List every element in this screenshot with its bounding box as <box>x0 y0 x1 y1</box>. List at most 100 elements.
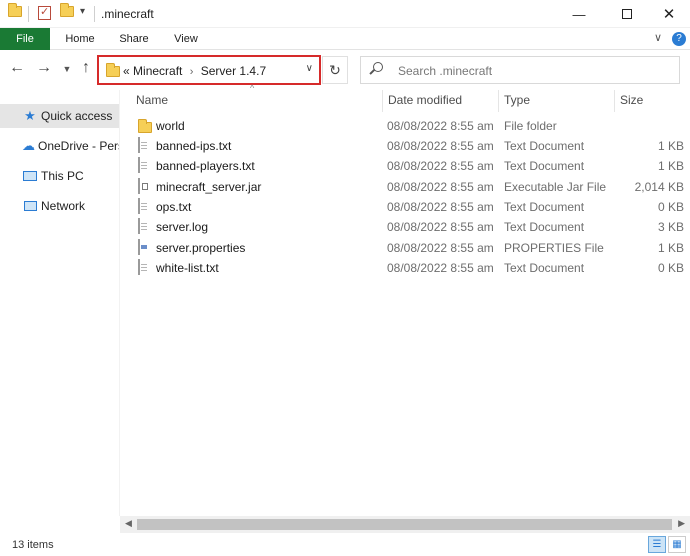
separator <box>28 6 29 22</box>
horizontal-scrollbar[interactable]: ◀ ▶ <box>120 516 690 533</box>
file-size: 1 KB <box>657 241 684 255</box>
help-icon[interactable]: ? <box>672 32 686 46</box>
text-file-icon <box>138 137 140 153</box>
file-date: 08/08/2022 8:55 am <box>387 241 494 255</box>
sidebar-item-quick-access[interactable]: ★ Quick access <box>0 104 119 128</box>
column-header-type[interactable]: Type <box>504 90 610 110</box>
file-size: 0 KB <box>657 200 684 214</box>
minimize-icon: — <box>572 6 586 22</box>
large-icons-view-icon: ▦ <box>672 539 682 550</box>
column-divider[interactable] <box>382 90 383 112</box>
file-name: banned-ips.txt <box>156 139 232 153</box>
text-file-icon <box>138 198 140 214</box>
address-dropdown-button[interactable]: ∨ <box>306 63 313 74</box>
scroll-right-icon[interactable]: ▶ <box>678 518 685 529</box>
expand-ribbon-icon[interactable]: ∨ <box>654 31 662 44</box>
sidebar-item-network[interactable]: Network <box>0 194 119 218</box>
file-type: Text Document <box>504 261 585 275</box>
file-size: 0 KB <box>657 261 684 275</box>
new-folder-icon[interactable] <box>60 3 74 17</box>
file-date: 08/08/2022 8:55 am <box>387 139 494 153</box>
file-size: 1 KB <box>657 159 684 173</box>
file-name: world <box>156 119 185 133</box>
breadcrumb-overflow[interactable]: « <box>123 64 130 78</box>
sidebar-item-onedrive[interactable]: ☁ OneDrive - Pers <box>0 134 119 158</box>
file-size: 3 KB <box>657 220 684 234</box>
tab-view[interactable]: View <box>166 28 206 50</box>
column-header-size[interactable]: Size <box>620 90 680 110</box>
ribbon: File Home Share View ∨ ? <box>0 28 690 50</box>
sidebar-item-this-pc[interactable]: This PC <box>0 164 119 188</box>
text-file-icon <box>138 218 140 234</box>
file-row-white-list[interactable]: white-list.txt 08/08/2022 8:55 am Text D… <box>130 258 690 278</box>
file-row-banned-players[interactable]: banned-players.txt 08/08/2022 8:55 am Te… <box>130 156 690 176</box>
text-file-icon <box>138 157 140 173</box>
file-size: 2,014 KB <box>634 180 684 194</box>
address-bar[interactable]: « Minecraft › Server 1.4.7 ∨ <box>97 55 321 85</box>
chevron-down-icon: ∨ <box>305 63 313 74</box>
back-button[interactable]: ← <box>7 59 27 77</box>
file-row-world[interactable]: world 08/08/2022 8:55 am File folder <box>130 116 690 136</box>
customize-quick-access-icon[interactable]: ▾ <box>80 6 85 17</box>
sidebar-item-label: This PC <box>41 169 84 183</box>
scroll-left-icon[interactable]: ◀ <box>125 518 132 529</box>
minimize-button[interactable]: — <box>556 0 602 28</box>
jar-file-icon <box>138 178 140 194</box>
file-row-minecraft-server-jar[interactable]: minecraft_server.jar 08/08/2022 8:55 am … <box>130 177 690 197</box>
forward-button[interactable]: → <box>34 59 54 77</box>
tab-home[interactable]: Home <box>58 28 102 50</box>
sidebar-item-label: Quick access <box>41 109 113 123</box>
properties-icon[interactable] <box>38 5 51 20</box>
breadcrumb-minecraft[interactable]: Minecraft <box>133 64 182 78</box>
window-title: .minecraft <box>101 7 154 21</box>
file-row-server-properties[interactable]: server.properties 08/08/2022 8:55 am PRO… <box>130 238 690 258</box>
file-date: 08/08/2022 8:55 am <box>387 261 494 275</box>
details-view-button[interactable]: ☰ <box>648 536 666 553</box>
up-button[interactable]: ↑ <box>76 59 96 77</box>
file-row-server-log[interactable]: server.log 08/08/2022 8:55 am Text Docum… <box>130 217 690 237</box>
file-row-ops[interactable]: ops.txt 08/08/2022 8:55 am Text Document… <box>130 197 690 217</box>
tab-file[interactable]: File <box>0 28 50 50</box>
recent-locations-button[interactable]: ▼ <box>57 64 77 74</box>
breadcrumb-server[interactable]: Server 1.4.7 <box>201 64 266 78</box>
search-box[interactable]: Search .minecraft <box>360 56 680 84</box>
column-divider[interactable] <box>498 90 499 112</box>
file-type: Text Document <box>504 159 585 173</box>
file-row-banned-ips[interactable]: banned-ips.txt 08/08/2022 8:55 am Text D… <box>130 136 690 156</box>
folder-icon <box>138 119 152 133</box>
column-divider[interactable] <box>614 90 615 112</box>
maximize-button[interactable] <box>604 0 650 28</box>
column-header-date-modified[interactable]: Date modified <box>388 90 496 110</box>
folder-icon <box>106 63 120 77</box>
refresh-button[interactable]: ↻ <box>322 56 348 84</box>
forward-arrow-icon: → <box>36 59 52 76</box>
file-type: Executable Jar File <box>504 180 607 194</box>
item-count: 13 items <box>12 539 54 551</box>
scrollbar-thumb[interactable] <box>137 519 672 530</box>
file-name: server.log <box>156 220 209 234</box>
network-icon <box>22 198 38 214</box>
close-icon: ✕ <box>662 6 676 23</box>
search-input[interactable]: Search .minecraft <box>398 64 492 78</box>
sidebar-item-label: Network <box>41 199 86 213</box>
close-button[interactable]: ✕ <box>646 0 690 28</box>
chevron-down-icon: ▼ <box>62 64 72 74</box>
tab-share[interactable]: Share <box>112 28 156 50</box>
file-date: 08/08/2022 8:55 am <box>387 220 494 234</box>
details-view-icon: ☰ <box>652 539 662 550</box>
maximize-icon <box>622 9 632 19</box>
column-header-name[interactable]: Name <box>136 90 380 110</box>
file-type: File folder <box>504 119 557 133</box>
file-date: 08/08/2022 8:55 am <box>387 159 494 173</box>
chevron-right-icon[interactable]: › <box>190 66 194 78</box>
file-date: 08/08/2022 8:55 am <box>387 180 494 194</box>
folder-icon <box>8 3 22 17</box>
navigation-bar: ← → ▼ ↑ « Minecraft › Server 1.4.7 ∨ ↻ S… <box>0 50 690 90</box>
large-icons-view-button[interactable]: ▦ <box>668 536 686 553</box>
file-name: server.properties <box>156 241 246 255</box>
properties-file-icon <box>138 239 140 255</box>
file-type: PROPERTIES File <box>504 241 604 255</box>
up-arrow-icon: ↑ <box>82 59 90 76</box>
file-date: 08/08/2022 8:55 am <box>387 119 494 133</box>
file-name: minecraft_server.jar <box>156 180 262 194</box>
